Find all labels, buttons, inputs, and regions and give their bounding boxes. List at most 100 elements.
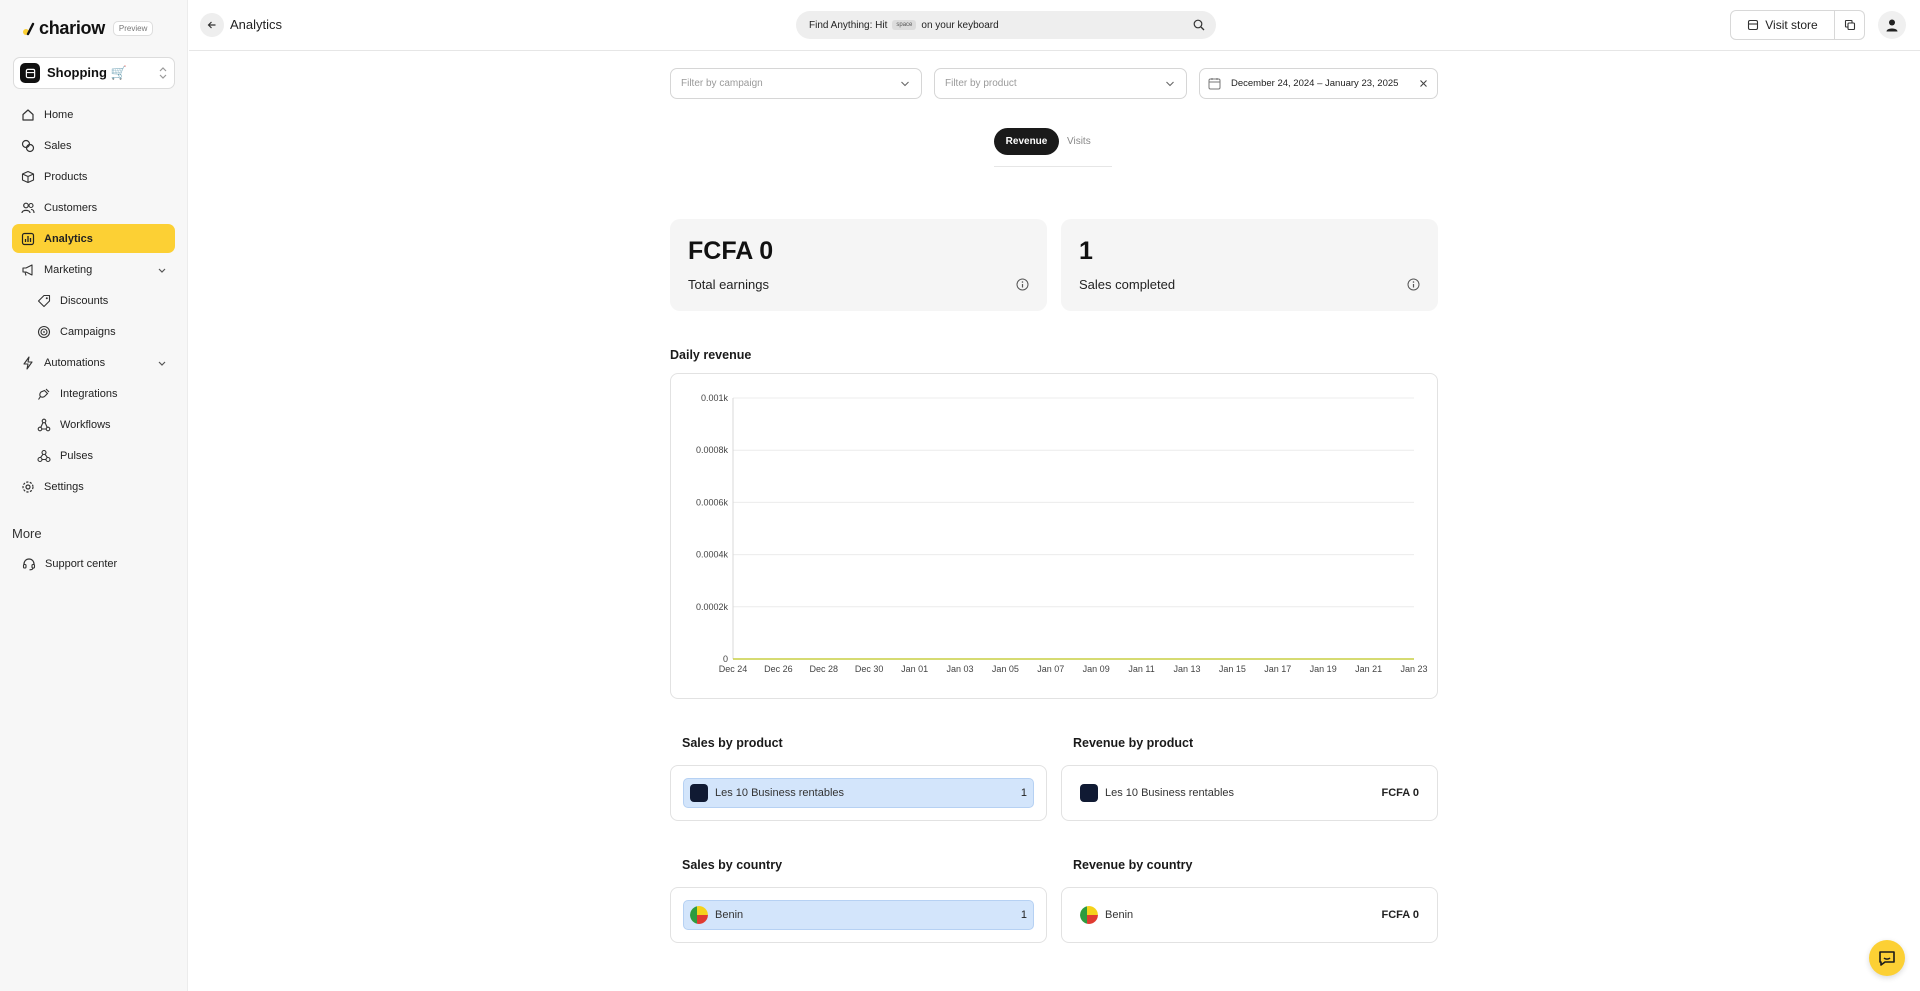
tab-revenue[interactable]: Revenue bbox=[994, 128, 1059, 155]
search-bar[interactable]: Find Anything: Hit space on your keyboar… bbox=[796, 11, 1216, 39]
x-tick-label: Jan 19 bbox=[1310, 664, 1337, 674]
store-name: Shopping 🛒 bbox=[47, 65, 127, 80]
users-icon bbox=[21, 202, 35, 213]
chariow-logo[interactable]: chariow Preview bbox=[22, 18, 154, 39]
sidebar-item-discounts[interactable]: Discounts bbox=[12, 286, 175, 315]
preview-badge: Preview bbox=[112, 21, 154, 36]
sales-by-product-card: Les 10 Business rentables 1 bbox=[670, 765, 1047, 821]
date-range-picker[interactable]: December 24, 2024 – January 23, 2025 bbox=[1199, 68, 1438, 99]
sidebar-item-customers[interactable]: Customers bbox=[12, 193, 175, 222]
headset-icon bbox=[22, 557, 36, 570]
chat-icon bbox=[1879, 951, 1895, 966]
visit-store-label: Visit store bbox=[1765, 18, 1818, 32]
sales-completed-value: 1 bbox=[1079, 237, 1093, 265]
country-name: Benin bbox=[715, 909, 744, 921]
product-name: Les 10 Business rentables bbox=[715, 787, 845, 799]
user-icon bbox=[1886, 19, 1898, 32]
sidebar-item-analytics[interactable]: Analytics bbox=[12, 224, 175, 253]
sidebar-item-label: Campaigns bbox=[60, 325, 116, 338]
sidebar-item-workflows[interactable]: Workflows bbox=[12, 410, 175, 439]
sales-completed-label: Sales completed bbox=[1079, 277, 1176, 292]
tab-visits[interactable]: Visits bbox=[1067, 128, 1091, 155]
chat-support-button[interactable] bbox=[1869, 940, 1905, 976]
list-item[interactable]: Benin FCFA 0 bbox=[1074, 900, 1425, 930]
store-switcher[interactable]: Shopping 🛒 bbox=[13, 57, 175, 89]
list-item[interactable]: Benin 1 bbox=[683, 900, 1034, 930]
revenue-by-product-card: Les 10 Business rentables FCFA 0 bbox=[1061, 765, 1438, 821]
sidebar-item-campaigns[interactable]: Campaigns bbox=[12, 317, 175, 346]
sidebar: chariow Preview Shopping 🛒 Home Sales Pr… bbox=[0, 0, 188, 991]
product-filter-placeholder: Filter by product bbox=[945, 78, 1017, 89]
sidebar-nav: Home Sales Products Customers Analytics … bbox=[12, 100, 175, 503]
x-tick-label: Jan 07 bbox=[1037, 664, 1064, 674]
y-tick-label: 0.0006k bbox=[696, 497, 729, 507]
chevron-down-icon bbox=[158, 268, 166, 273]
country-sales-count: 1 bbox=[1020, 909, 1027, 921]
revenue-by-country-title: Revenue by country bbox=[1073, 858, 1193, 872]
info-icon[interactable] bbox=[1407, 278, 1420, 291]
brand-name: chariow bbox=[39, 18, 105, 38]
search-suffix: on your keyboard bbox=[921, 19, 999, 31]
x-tick-label: Jan 21 bbox=[1355, 664, 1382, 674]
product-thumbnail bbox=[690, 784, 708, 802]
bar-chart-icon bbox=[21, 232, 35, 245]
visit-store-button[interactable]: Visit store bbox=[1730, 10, 1835, 40]
x-tick-label: Dec 30 bbox=[855, 664, 884, 674]
copy-link-button[interactable] bbox=[1835, 10, 1865, 40]
x-tick-label: Jan 05 bbox=[992, 664, 1019, 674]
webhook-icon bbox=[37, 449, 51, 462]
space-key-badge: space bbox=[892, 20, 917, 30]
total-earnings-value: FCFA 0 bbox=[688, 237, 774, 265]
page-title: Analytics bbox=[230, 17, 283, 32]
x-tick-label: Dec 28 bbox=[810, 664, 839, 674]
sidebar-item-label: Home bbox=[44, 108, 74, 121]
product-revenue: FCFA 0 bbox=[1381, 787, 1420, 799]
product-name: Les 10 Business rentables bbox=[1105, 787, 1235, 799]
sidebar-item-label: Marketing bbox=[44, 263, 93, 276]
chevron-updown-icon bbox=[159, 67, 167, 79]
product-filter-select[interactable]: Filter by product bbox=[934, 68, 1187, 99]
revenue-by-product-title: Revenue by product bbox=[1073, 736, 1194, 750]
megaphone-icon bbox=[22, 263, 33, 276]
sales-completed-card: 1 Sales completed bbox=[1061, 219, 1438, 311]
sidebar-item-integrations[interactable]: Integrations bbox=[12, 379, 175, 408]
sidebar-item-products[interactable]: Products bbox=[12, 162, 175, 191]
list-item[interactable]: Les 10 Business rentables 1 bbox=[683, 778, 1034, 808]
chevron-down-icon bbox=[901, 81, 909, 87]
sidebar-item-label: Customers bbox=[44, 201, 98, 214]
campaign-filter-select[interactable]: Filter by campaign bbox=[670, 68, 922, 99]
logo-mark-icon bbox=[23, 22, 35, 35]
plug-icon bbox=[38, 388, 50, 400]
y-tick-label: 0.0008k bbox=[696, 445, 729, 455]
sales-by-country-card: Benin 1 bbox=[670, 887, 1047, 943]
x-tick-label: Dec 26 bbox=[764, 664, 793, 674]
close-icon[interactable] bbox=[1419, 79, 1428, 88]
user-avatar[interactable] bbox=[1878, 11, 1906, 39]
sidebar-item-settings[interactable]: Settings bbox=[12, 472, 175, 501]
y-tick-label: 0.0002k bbox=[696, 602, 729, 612]
sidebar-item-home[interactable]: Home bbox=[12, 100, 175, 129]
workflow-icon bbox=[37, 418, 51, 431]
sidebar-item-label: Workflows bbox=[60, 418, 111, 431]
total-earnings-card: FCFA 0 Total earnings bbox=[670, 219, 1047, 311]
x-tick-label: Jan 13 bbox=[1173, 664, 1200, 674]
chart-canvas: 0 0.0002k 0.0004k 0.0006k 0.0008k 0.001k Dec 2… bbox=[696, 393, 1428, 674]
sidebar-item-sales[interactable]: Sales bbox=[12, 131, 175, 160]
sidebar-item-automations[interactable]: Automations bbox=[12, 348, 175, 377]
sidebar-item-label: Automations bbox=[44, 356, 106, 369]
support-center-link[interactable]: Support center bbox=[12, 549, 175, 578]
sidebar-item-pulses[interactable]: Pulses bbox=[12, 441, 175, 470]
date-range-value: December 24, 2024 – January 23, 2025 bbox=[1231, 78, 1399, 89]
list-item[interactable]: Les 10 Business rentables FCFA 0 bbox=[1074, 778, 1425, 808]
back-button[interactable] bbox=[200, 13, 224, 37]
y-tick-label: 0.001k bbox=[701, 393, 729, 403]
daily-revenue-title: Daily revenue bbox=[670, 348, 752, 362]
sales-by-country-title: Sales by country bbox=[682, 858, 783, 872]
revenue-by-country-card: Benin FCFA 0 bbox=[1061, 887, 1438, 943]
product-sales-count: 1 bbox=[1020, 787, 1027, 799]
sidebar-item-label: Integrations bbox=[60, 387, 118, 400]
info-icon[interactable] bbox=[1016, 278, 1029, 291]
home-icon bbox=[22, 108, 34, 121]
country-name: Benin bbox=[1105, 909, 1134, 921]
sidebar-item-marketing[interactable]: Marketing bbox=[12, 255, 175, 284]
